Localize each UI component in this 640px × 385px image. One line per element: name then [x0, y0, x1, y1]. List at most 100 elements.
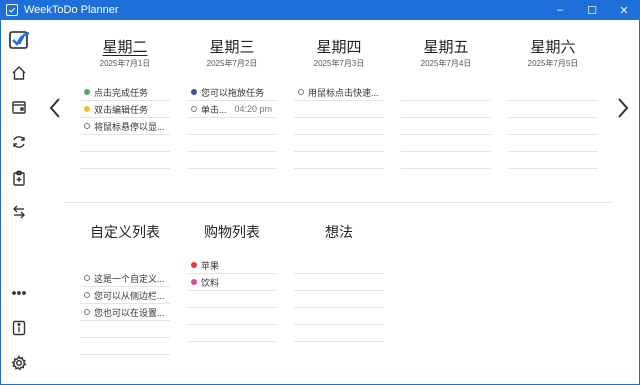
- title-bar: WeekToDo Planner – ☐ ✕: [0, 0, 640, 20]
- task-checkbox-icon[interactable]: [84, 123, 90, 129]
- section-divider: [64, 202, 614, 203]
- task-item[interactable]: 用鼠标点击快速...: [294, 84, 384, 101]
- empty-task-slot[interactable]: [401, 118, 491, 135]
- empty-task-slot[interactable]: [80, 321, 170, 338]
- day-column: 星期三 2025年7月2日 您可以拖放任务 单击... 04:20 pm: [187, 38, 277, 169]
- swap-icon[interactable]: [9, 202, 29, 222]
- task-item[interactable]: 这是一个自定义...: [80, 270, 170, 287]
- list-name[interactable]: 购物列表: [187, 224, 277, 258]
- empty-task-slot[interactable]: [187, 325, 277, 342]
- task-text: 您也可以在设置...: [94, 307, 165, 318]
- task-list: [508, 84, 598, 169]
- empty-task-slot[interactable]: [294, 135, 384, 152]
- empty-task-slot[interactable]: [508, 118, 598, 135]
- task-list: 用鼠标点击快速...: [294, 84, 384, 169]
- empty-task-slot[interactable]: [401, 135, 491, 152]
- empty-task-slot[interactable]: [401, 101, 491, 118]
- task-text: 用鼠标点击快速...: [308, 87, 379, 98]
- task-item[interactable]: 饮料: [187, 274, 277, 291]
- task-text: 您可以从侧边栏...: [94, 290, 165, 301]
- empty-task-slot[interactable]: [294, 308, 384, 325]
- refresh-icon[interactable]: [9, 132, 29, 152]
- empty-task-slot[interactable]: [294, 152, 384, 169]
- task-item[interactable]: 双击编辑任务: [80, 101, 170, 118]
- task-text: 这是一个自定义...: [94, 273, 165, 284]
- task-item[interactable]: 您也可以在设置...: [80, 304, 170, 321]
- empty-task-slot[interactable]: [508, 152, 598, 169]
- empty-task-slot[interactable]: [294, 118, 384, 135]
- maximize-button[interactable]: ☐: [576, 0, 608, 20]
- task-color-dot-icon: [191, 89, 197, 95]
- empty-task-slot[interactable]: [508, 84, 598, 101]
- task-list: 苹果 饮料: [187, 257, 277, 342]
- empty-task-slot[interactable]: [80, 338, 170, 355]
- task-text: 您可以拖放任务: [201, 87, 265, 98]
- close-button[interactable]: ✕: [608, 0, 640, 20]
- task-list: 点击完成任务双击编辑任务 将鼠标悬停以显...: [80, 84, 170, 169]
- more-icon[interactable]: [9, 283, 29, 303]
- task-text: 饮料: [201, 277, 220, 288]
- info-icon[interactable]: [9, 318, 29, 338]
- empty-task-slot[interactable]: [508, 101, 598, 118]
- list-name[interactable]: 想法: [294, 224, 384, 258]
- empty-task-slot[interactable]: [294, 257, 384, 274]
- task-checkbox-icon[interactable]: [84, 309, 90, 315]
- day-name: 星期六: [530, 39, 576, 56]
- task-checkbox-icon[interactable]: [298, 89, 304, 95]
- task-item[interactable]: 苹果: [187, 257, 277, 274]
- custom-list-column: 购物列表苹果饮料: [187, 224, 277, 342]
- day-column: 星期六 2025年7月5日: [508, 38, 598, 169]
- task-list: 您可以拖放任务 单击... 04:20 pm: [187, 84, 277, 169]
- task-item[interactable]: 单击... 04:20 pm: [187, 101, 277, 118]
- task-time: 04:20 pm: [234, 104, 273, 114]
- task-text: 单击...: [201, 104, 227, 115]
- empty-task-slot[interactable]: [187, 308, 277, 325]
- next-week-arrow-icon[interactable]: [616, 96, 630, 120]
- minimize-button[interactable]: –: [544, 0, 576, 20]
- task-checkbox-icon[interactable]: [84, 292, 90, 298]
- empty-task-slot[interactable]: [80, 135, 170, 152]
- empty-task-slot[interactable]: [187, 291, 277, 308]
- task-item[interactable]: 您可以从侧边栏...: [80, 287, 170, 304]
- day-date: 2025年7月5日: [527, 59, 579, 68]
- previous-week-arrow-icon[interactable]: [48, 96, 62, 120]
- empty-task-slot[interactable]: [294, 101, 384, 118]
- task-color-dot-icon: [84, 89, 90, 95]
- empty-task-slot[interactable]: [294, 274, 384, 291]
- clipboard-icon[interactable]: [9, 168, 29, 188]
- window-controls: – ☐ ✕: [544, 0, 640, 20]
- list-name[interactable]: 自定义列表: [80, 224, 170, 260]
- day-column: 星期二 2025年7月1日 点击完成任务 双击编辑任务 将鼠标悬停以显...: [80, 38, 170, 169]
- settings-icon[interactable]: [9, 353, 29, 373]
- empty-task-slot[interactable]: [294, 291, 384, 308]
- task-text: 点击完成任务: [94, 87, 149, 98]
- task-text: 苹果: [201, 260, 220, 271]
- task-list: [294, 257, 384, 342]
- empty-task-slot[interactable]: [187, 118, 277, 135]
- task-item[interactable]: 您可以拖放任务: [187, 84, 277, 101]
- empty-task-slot[interactable]: [187, 152, 277, 169]
- empty-task-slot[interactable]: [401, 84, 491, 101]
- empty-task-slot[interactable]: [294, 325, 384, 342]
- day-name: 星期四: [316, 39, 362, 56]
- task-color-dot-icon: [191, 279, 197, 285]
- task-color-dot-icon: [84, 106, 90, 112]
- task-item[interactable]: 点击完成任务: [80, 84, 170, 101]
- empty-task-slot[interactable]: [80, 152, 170, 169]
- empty-task-slot[interactable]: [187, 135, 277, 152]
- day-date: 2025年7月4日: [420, 59, 472, 68]
- day-column: 星期四 2025年7月3日用鼠标点击快速...: [294, 38, 384, 169]
- empty-task-slot[interactable]: [508, 135, 598, 152]
- day-date: 2025年7月3日: [313, 59, 365, 68]
- task-list: 这是一个自定义... 您可以从侧边栏... 您也可以在设置...: [80, 270, 170, 355]
- task-checkbox-icon[interactable]: [191, 106, 197, 112]
- logo-icon[interactable]: [9, 30, 31, 50]
- home-icon[interactable]: [9, 63, 29, 83]
- day-name: 星期五: [423, 39, 469, 56]
- task-checkbox-icon[interactable]: [84, 275, 90, 281]
- task-item[interactable]: 将鼠标悬停以显...: [80, 118, 170, 135]
- calendar-icon[interactable]: [9, 97, 29, 117]
- day-date: 2025年7月2日: [206, 59, 258, 68]
- empty-task-slot[interactable]: [401, 152, 491, 169]
- window-title: WeekToDo Planner: [24, 4, 119, 16]
